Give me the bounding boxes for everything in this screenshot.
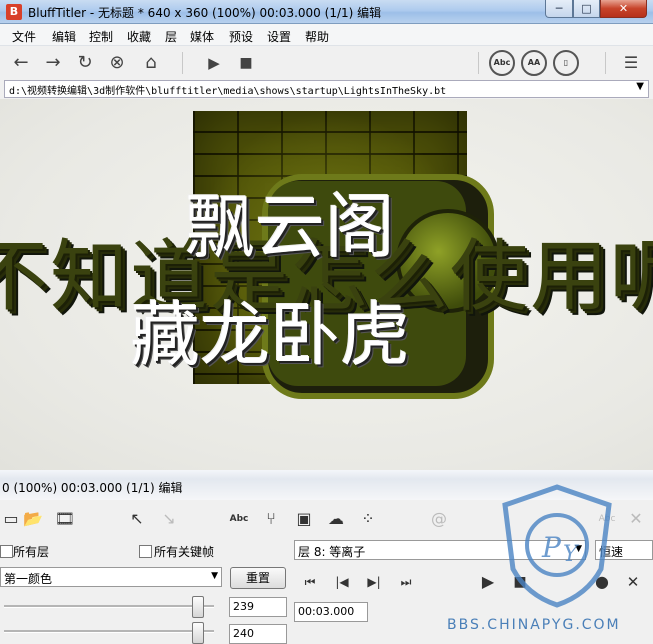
toolbar: ← → ↻ ⊗ ⌂ ▶ ■ Abc AA ▯ ☰ [0,46,653,80]
minimize-button[interactable]: ─ [545,0,573,18]
file-path-text: d:\视频转换编辑\3d制作软件\blufftitler\media\shows… [9,86,447,97]
texture-lock-icon[interactable]: ▣ [293,508,315,530]
layer-icon[interactable]: ▭ [0,508,22,530]
back-arrow-icon[interactable]: ← [10,52,32,74]
texture-icon[interactable]: ▯ [553,50,579,76]
file-path-combo[interactable]: d:\视频转换编辑\3d制作软件\blufftitler\media\shows… [4,80,649,98]
refresh-icon[interactable]: ↻ [74,52,96,74]
blob-icon[interactable]: ☁ [325,508,347,530]
all-keyframes-label: 所有关键帧 [154,545,215,559]
value-field-1[interactable]: 239 [229,597,287,617]
color-select[interactable]: 第一颜色 ▼ [0,567,222,587]
all-layers-checkbox[interactable] [0,545,13,558]
value-field-2[interactable]: 240 [229,624,287,644]
preview-canvas[interactable]: 不知道是怎么使用呢 飘云阁 藏龙卧虎 [0,99,653,470]
watermark-text: BBS.CHINAPYG.COM [447,617,621,633]
status-text: 0 (100%) 00:03.000 (1/1) 编辑 [2,481,183,495]
menu-edit[interactable]: 编辑 [52,28,76,45]
close-icon[interactable]: ✕ [625,508,647,530]
svg-text:Y: Y [563,542,580,567]
text-abc-icon[interactable]: Abc [489,50,515,76]
node-icon[interactable]: ⑂ [260,508,282,530]
step-back-icon[interactable]: |◀ [328,571,356,593]
skip-end-icon[interactable]: ⏭ [392,571,420,593]
all-layers-label: 所有层 [13,545,50,559]
app-icon: B [6,4,22,20]
color-select-value: 第一颜色 [4,572,53,586]
window-title: BluffTitler - 无标题 * 640 x 360 (100%) 00:… [28,6,382,20]
toolbar-separator [605,52,606,74]
title-bar: B BluffTitler - 无标题 * 640 x 360 (100%) 0… [0,0,653,24]
play-icon[interactable]: ▶ [203,52,225,74]
chevron-down-icon: ▼ [211,571,218,581]
open-folder-icon[interactable]: 📂 [22,508,44,530]
slider-track [4,605,214,608]
menu-file[interactable]: 文件 [12,28,36,45]
svg-text:P: P [541,531,562,564]
stop-circle-icon[interactable]: ⊗ [106,52,128,74]
foreground-text-line2: 藏龙卧虎 [130,294,410,376]
hamburger-icon[interactable]: ☰ [620,52,642,74]
menu-help[interactable]: 帮助 [305,28,329,45]
reset-button[interactable]: 重置 [230,567,286,589]
at-icon[interactable]: @ [428,508,450,530]
menu-settings[interactable]: 设置 [267,28,291,45]
chevron-down-icon[interactable]: ▼ [636,81,644,92]
skip-start-icon[interactable]: ⏮ [296,571,324,593]
menu-bar: 文件 编辑 控制 收藏 层 媒体 预设 设置 帮助 [0,24,653,46]
menu-presets[interactable]: 预设 [229,28,253,45]
step-forward-icon[interactable]: ▶| [360,571,388,593]
forward-arrow-icon[interactable]: → [42,52,64,74]
slider-track-2 [4,630,214,633]
menu-control[interactable]: 控制 [89,28,113,45]
font-size-icon[interactable]: AA [521,50,547,76]
menu-media[interactable]: 媒体 [190,28,214,45]
home-icon[interactable]: ⌂ [140,52,162,74]
layer-select-value: 层 8: 等离子 [298,545,366,559]
maximize-button[interactable]: □ [573,0,600,18]
film-icon[interactable]: 🎞 [54,508,76,530]
menu-favorites[interactable]: 收藏 [127,28,151,45]
select-arrow-icon[interactable]: ↖ [126,508,148,530]
time-field[interactable]: 00:03.000 [294,602,368,622]
all-keyframes-checkbox[interactable] [139,545,152,558]
toolbar-separator [182,52,183,74]
foreground-text-line1: 飘云阁 [185,186,395,268]
close-button[interactable]: ✕ [600,0,647,18]
toolbar-separator [478,52,479,74]
move-arrow-icon[interactable]: ↘ [158,508,180,530]
chinapyg-watermark-logo: P Y [502,484,612,608]
menu-layer[interactable]: 层 [165,28,177,45]
particles-icon[interactable]: ⁘ [357,508,379,530]
slider-thumb-2[interactable] [192,622,204,644]
slider-thumb[interactable] [192,596,204,618]
close-icon[interactable]: ✕ [619,571,647,593]
text-abc-icon[interactable]: Abc [228,508,250,530]
stop-icon[interactable]: ■ [235,52,257,74]
